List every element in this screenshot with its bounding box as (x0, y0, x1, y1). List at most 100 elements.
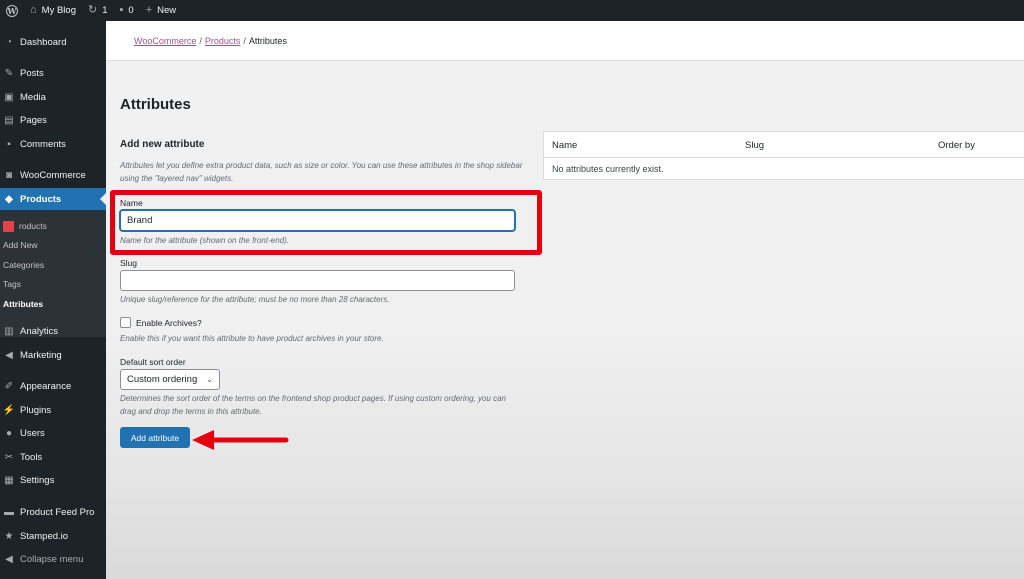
sidebar-item-label: Media (20, 91, 46, 103)
sidebar-item-woocommerce[interactable]: ◙ WooCommerce (0, 164, 106, 186)
sidebar-item-dashboard[interactable]: ◔ Dashboard (0, 31, 106, 53)
sidebar-item-label: Product Feed Pro (20, 506, 95, 518)
sidebar-item-label: Users (20, 427, 45, 439)
media-icon: ▣ (4, 91, 14, 103)
enable-archives-label: Enable Archives? (136, 318, 202, 328)
dashboard-icon: ◔ (5, 36, 13, 48)
submenu-item-attributes[interactable]: Attributes (3, 299, 43, 309)
breadcrumb-products-link[interactable]: Products (205, 36, 241, 46)
add-attribute-heading: Add new attribute (120, 139, 205, 150)
sidebar-item-label: Marketing (20, 349, 62, 361)
admin-sidebar: ◔ Dashboard ✎ Posts ▣ Media ▤ Pages ▪ Co… (0, 21, 106, 579)
collapse-menu-button[interactable]: ◀ Collapse menu (0, 548, 106, 570)
sort-order-value: Custom ordering (127, 374, 198, 385)
column-header-name[interactable]: Name (552, 140, 577, 151)
table-divider (544, 157, 1024, 158)
sidebar-item-appearance[interactable]: ✐ Appearance (0, 375, 106, 397)
woocommerce-icon: ◙ (5, 169, 13, 181)
sort-order-select[interactable]: Custom ordering ⌄ (120, 369, 220, 390)
updates-icon: ↻ (87, 4, 98, 16)
sidebar-item-label: Pages (20, 114, 47, 126)
sidebar-item-label: Collapse menu (20, 553, 84, 565)
wp-logo-menu[interactable]: W (0, 0, 24, 21)
breadcrumb-woocommerce-link[interactable]: WooCommerce (134, 36, 196, 46)
slug-label: Slug (120, 258, 138, 268)
breadcrumb-separator: / (243, 36, 246, 46)
sidebar-item-settings[interactable]: ▦ Settings (0, 469, 106, 491)
archives-description: Enable this if you want this attribute t… (120, 334, 384, 343)
enable-archives-checkbox[interactable] (120, 317, 131, 328)
slug-description: Unique slug/reference for the attribute;… (120, 295, 390, 304)
sidebar-item-label: Plugins (20, 404, 52, 416)
new-label: New (157, 5, 177, 16)
pages-icon: ▤ (4, 114, 14, 126)
wordpress-logo-icon: W (6, 4, 18, 17)
feed-icon: ▬ (4, 506, 14, 518)
comments-icon: ▪ (7, 138, 11, 150)
sidebar-item-media[interactable]: ▣ Media (0, 86, 106, 108)
sidebar-item-tools[interactable]: ✂ Tools (0, 446, 106, 468)
sort-order-label: Default sort order (120, 357, 186, 367)
submenu-item-add-new[interactable]: Add New (3, 240, 38, 250)
breadcrumb-current: Attributes (248, 36, 287, 46)
updates-link[interactable]: ↻ 1 (82, 0, 114, 21)
annotation-highlight-box (110, 190, 542, 255)
wrench-icon: ✂ (4, 451, 14, 463)
sidebar-item-products[interactable]: ◆ Products (0, 188, 106, 210)
plugin-icon: ⚡ (2, 404, 16, 416)
new-content-link[interactable]: + New (140, 0, 182, 21)
sidebar-item-marketing[interactable]: ◀ Marketing (0, 344, 106, 366)
column-header-slug[interactable]: Slug (745, 140, 764, 151)
sidebar-item-label: Stamped.io (20, 530, 69, 542)
woocommerce-header: WooCommerce / Products / Attributes (106, 21, 1024, 61)
site-name-link[interactable]: ⌂ My Blog (24, 0, 82, 21)
plus-icon: + (145, 4, 153, 16)
products-submenu (0, 209, 106, 337)
intro-description: Attributes let you define extra product … (120, 161, 523, 183)
empty-table-message: No attributes currently exist. (552, 164, 664, 174)
submenu-item-tags[interactable]: Tags (3, 279, 21, 289)
submenu-item-products[interactable]: roducts (19, 221, 47, 231)
collapse-icon: ◀ (5, 553, 13, 565)
sidebar-item-posts[interactable]: ✎ Posts (0, 62, 106, 84)
sort-order-description: Determines the sort order of the terms o… (120, 394, 506, 416)
sidebar-item-pages[interactable]: ▤ Pages (0, 109, 106, 131)
admin-bar: W ⌂ My Blog ↻ 1 ▪ 0 + New (0, 0, 1024, 21)
sidebar-item-label: Settings (20, 474, 55, 486)
updates-count: 1 (102, 5, 108, 16)
sidebar-item-plugins[interactable]: ⚡ Plugins (0, 399, 106, 421)
sidebar-item-label: Posts (20, 67, 44, 79)
star-icon: ★ (4, 530, 14, 542)
sidebar-item-comments[interactable]: ▪ Comments (0, 133, 106, 155)
sidebar-item-analytics[interactable]: ▥ Analytics (0, 320, 106, 342)
sidebar-item-label: Dashboard (20, 36, 67, 48)
sidebar-item-label: Tools (20, 451, 43, 463)
sidebar-item-stamped[interactable]: ★ Stamped.io (0, 525, 106, 547)
sidebar-item-label: Analytics (20, 325, 59, 337)
chevron-down-icon: ⌄ (206, 375, 213, 384)
sidebar-item-label: Appearance (20, 380, 72, 392)
sidebar-item-product-feed-pro[interactable]: ▬ Product Feed Pro (0, 501, 106, 523)
annotation-arrow-icon (192, 430, 289, 450)
overlay-marker-icon (3, 221, 14, 232)
attributes-table: Name Slug Order by No attributes current… (543, 131, 1024, 180)
brush-icon: ✐ (4, 380, 14, 392)
megaphone-icon: ◀ (5, 349, 13, 361)
breadcrumb: WooCommerce / Products / Attributes (134, 36, 287, 46)
comments-link[interactable]: ▪ 0 (114, 0, 140, 21)
sidebar-item-users[interactable]: ● Users (0, 422, 106, 444)
products-icon: ◆ (5, 193, 13, 205)
add-attribute-button[interactable]: Add attribute (120, 427, 190, 448)
settings-icon: ▦ (4, 474, 14, 486)
comment-bubble-icon: ▪ (119, 4, 124, 16)
pin-icon: ✎ (4, 67, 14, 79)
column-header-order-by[interactable]: Order by (938, 140, 975, 151)
sidebar-item-label: Products (20, 193, 62, 205)
page-title: Attributes (120, 96, 191, 113)
sidebar-item-label: WooCommerce (20, 169, 86, 181)
submenu-item-categories[interactable]: Categories (3, 260, 44, 270)
comments-count: 0 (128, 5, 134, 16)
home-icon: ⌂ (30, 4, 37, 16)
slug-field[interactable] (120, 270, 515, 291)
site-name: My Blog (41, 5, 76, 16)
